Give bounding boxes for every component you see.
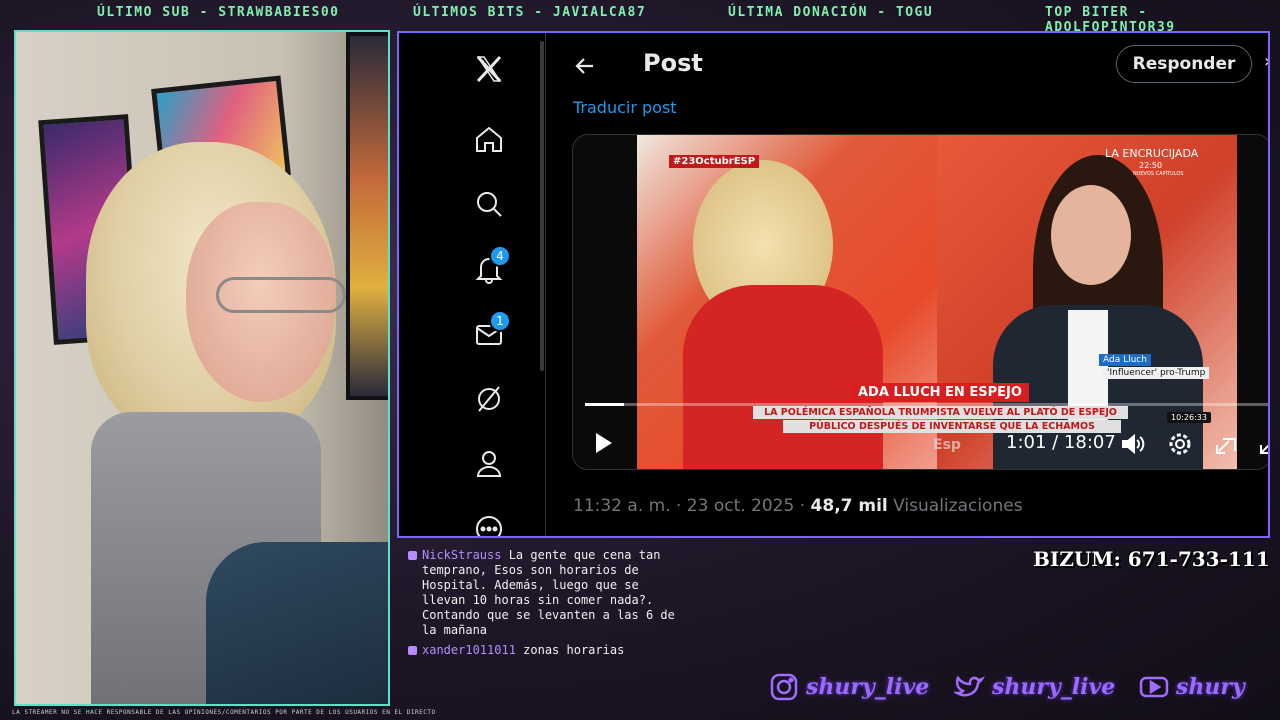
video-progress-fill	[585, 403, 624, 406]
chat-user-icon	[408, 646, 417, 655]
chat-message: NickStrauss La gente que cena tan tempra…	[408, 548, 678, 638]
webcam-feed	[14, 30, 390, 706]
x-logo-icon[interactable]	[471, 51, 507, 87]
social-twitter: shury_live	[954, 667, 1115, 707]
profile-icon[interactable]	[471, 446, 507, 482]
search-icon[interactable]	[471, 186, 507, 222]
streamer-jacket	[206, 542, 388, 704]
streamer-glasses	[216, 277, 346, 313]
video-name-subtitle: 'Influencer' pro-Trump	[1103, 367, 1210, 379]
notifications-badge: 4	[489, 245, 511, 267]
arrow-left-icon	[575, 58, 593, 74]
post-meta: 11:32 a. m. · 23 oct. 2025 · 48,7 mil Vi…	[573, 496, 1023, 516]
last-bits-text: ÚLTIMOS BITS - JAVIALCA87	[413, 5, 647, 20]
social-youtube: shury	[1138, 667, 1245, 707]
video-channel-watermark: Esp	[933, 437, 961, 453]
views-label: Visualizaciones	[887, 496, 1023, 516]
youtube-icon	[1139, 676, 1169, 698]
chat-user-icon	[408, 551, 417, 560]
guest-face	[1051, 185, 1131, 285]
last-donation-text: ÚLTIMA DONACIÓN - TOGU	[728, 5, 934, 20]
chat-username: xander1011011	[422, 643, 516, 657]
picture-in-picture-icon[interactable]	[1213, 431, 1239, 457]
post-timestamp[interactable]: 11:32 a. m. · 23 oct. 2025 ·	[573, 496, 811, 516]
chat-text: zonas horarias	[515, 643, 625, 657]
x-post-window: 4 1 Post Responder › Traducir post	[397, 31, 1270, 538]
alerts-ticker: ÚLTIMO SUB - STRAWBABIES00 ÚLTIMOS BITS …	[0, 0, 1280, 35]
wall-poster	[346, 32, 388, 400]
video-progress-bar[interactable]	[585, 403, 1268, 406]
settings-icon[interactable]	[1167, 431, 1193, 457]
grok-icon[interactable]	[471, 381, 507, 417]
home-icon[interactable]	[471, 121, 507, 157]
social-handle: shury_live	[992, 674, 1116, 700]
video-player[interactable]: #23OctubrESP LA ENCRUCIJADA 22:50 NUEVOS…	[572, 134, 1268, 470]
translate-post-link[interactable]: Traducir post	[573, 98, 677, 117]
video-lower-third-line: LA POLÉMICA ESPAÑOLA TRUMPISTA VUELVE AL…	[753, 406, 1128, 419]
video-hashtag: #23OctubrESP	[669, 155, 760, 168]
social-handle: shury_live	[806, 674, 930, 700]
fullscreen-icon[interactable]	[1257, 431, 1268, 457]
chevron-right-icon[interactable]: ›	[1264, 51, 1268, 72]
last-sub-text: ÚLTIMO SUB - STRAWBABIES00	[97, 5, 340, 20]
play-icon	[596, 433, 612, 453]
presenter-body	[683, 285, 883, 469]
reply-button[interactable]: Responder	[1116, 45, 1252, 83]
twitter-icon	[954, 675, 985, 697]
views-count: 48,7 mil	[810, 496, 888, 516]
page-title: Post	[643, 49, 703, 77]
messages-badge: 1	[489, 310, 511, 332]
more-icon[interactable]	[471, 511, 507, 536]
back-button[interactable]	[570, 51, 600, 81]
social-instagram: shury_live	[768, 667, 929, 707]
video-show-sub: NUEVOS CAPÍTULOS	[1133, 171, 1184, 177]
video-show-time: 22:50	[1139, 161, 1163, 170]
play-button[interactable]	[590, 430, 616, 456]
social-handle: shury	[1176, 674, 1245, 700]
bizum-label: BIZUM: 671-733-111	[1033, 547, 1270, 571]
stream-chat: NickStrauss La gente que cena tan tempra…	[408, 548, 678, 663]
instagram-icon	[770, 673, 798, 701]
video-lower-third-title: ADA LLUCH EN ESPEJO	[851, 383, 1029, 402]
post-header: Post Responder ›	[546, 33, 1268, 97]
chat-message: xander1011011 zonas horarias	[408, 643, 678, 658]
x-sidebar: 4 1	[399, 33, 546, 536]
video-show-name: LA ENCRUCIJADA	[1105, 147, 1199, 160]
video-time: 1:01 / 18:07	[1006, 432, 1116, 453]
chat-username: NickStrauss	[422, 548, 502, 562]
video-clock: 10:26:33	[1167, 412, 1211, 423]
disclaimer-text: LA STREAMER NO SE HACE RESPONSABLE DE LA…	[12, 709, 436, 716]
sidebar-scrollbar[interactable]	[540, 41, 544, 371]
video-name-tag: Ada Lluch	[1099, 354, 1151, 366]
volume-icon[interactable]	[1120, 431, 1146, 457]
